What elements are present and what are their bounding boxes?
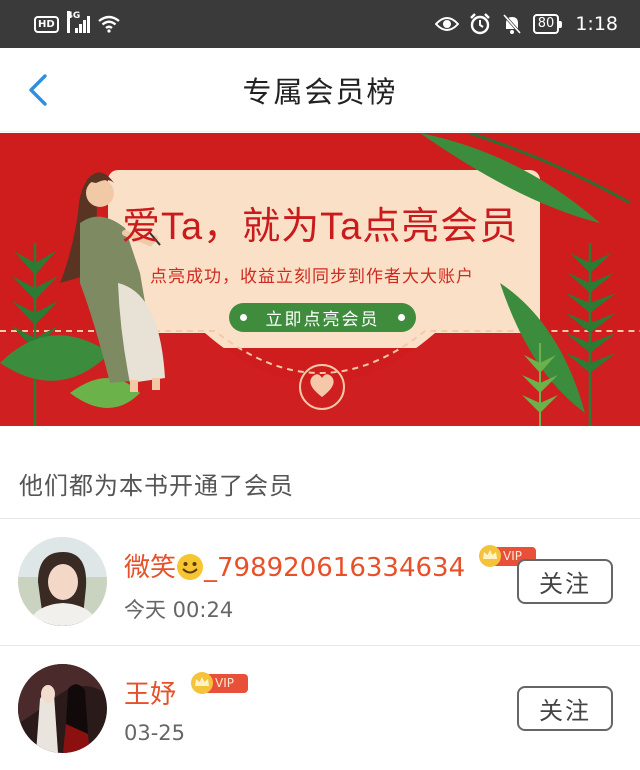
member-time: 03-25 [124,721,186,745]
banner-title: 爱Ta，就为Ta点亮会员 [122,206,519,248]
crown-icon [479,545,501,567]
alarm-icon [469,13,490,35]
member-name-text: 微笑 [124,553,177,583]
wifi-icon [97,15,120,33]
follow-button[interactable]: 关注 [517,686,613,731]
chevron-left-icon [29,74,47,106]
section-title: 他们都为本书开通了会员 [19,472,294,500]
member-name-suffix: _798920616334634 [204,553,466,583]
network-type: 4G [66,11,80,33]
vip-badge: VIP [190,672,248,694]
member-row[interactable]: 微笑 _798920616334634 VIP 今天 00:24 关注 [0,519,640,645]
eye-icon [434,17,459,31]
page-title: 专属会员榜 [242,74,398,109]
avatar[interactable] [18,664,107,753]
banner-subtitle: 点亮成功，收益立刻同步到作者大大账户 [150,267,474,287]
battery-indicator: 80 [532,14,562,34]
status-bar: HD 4G 80 1:18 [0,0,640,48]
avatar[interactable] [18,537,107,626]
mute-bell-icon [502,14,521,34]
signal-icon: 4G [66,11,90,33]
back-button[interactable] [18,70,58,110]
nav-header: 专属会员榜 [0,48,640,132]
promo-banner[interactable]: 爱Ta，就为Ta点亮会员 点亮成功，收益立刻同步到作者大大账户 立即点亮会员 [0,133,640,426]
smile-emoji-icon [177,554,204,580]
crown-icon [191,672,213,694]
member-row[interactable]: 王妤 VIP 03-25 关注 [0,646,640,770]
member-name[interactable]: 王妤 [124,674,176,711]
member-time: 今天 00:24 [124,598,234,622]
hd-indicator: HD [34,15,59,33]
follow-button[interactable]: 关注 [517,559,613,604]
light-up-member-button[interactable]: 立即点亮会员 [229,303,416,332]
member-name[interactable]: 微笑 _798920616334634 [124,547,465,584]
clock-time: 1:18 [575,13,618,35]
